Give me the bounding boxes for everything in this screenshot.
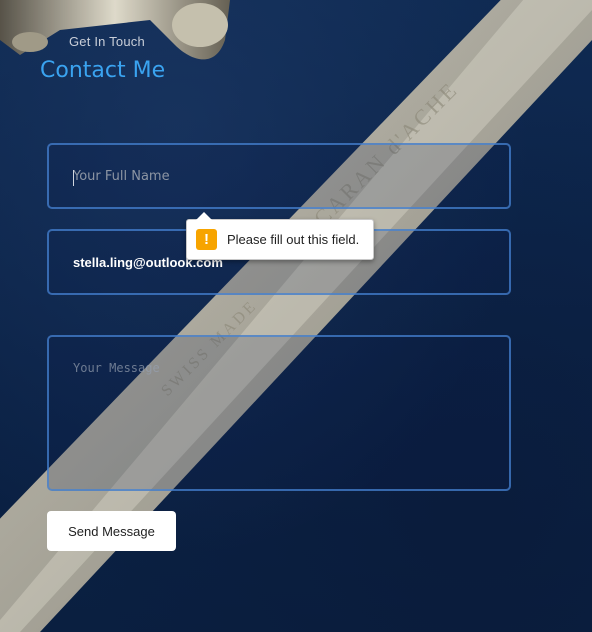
warning-icon: ! — [196, 229, 217, 250]
full-name-input[interactable] — [49, 145, 509, 207]
section-subtitle: Get In Touch — [69, 34, 145, 49]
full-name-field[interactable] — [47, 143, 511, 209]
validation-message: Please fill out this field. — [227, 232, 360, 247]
send-message-button[interactable]: Send Message — [47, 511, 176, 551]
message-textarea[interactable] — [49, 337, 509, 489]
tooltip-arrow — [196, 212, 212, 220]
text-cursor — [73, 170, 74, 186]
page-title: Contact Me — [40, 58, 166, 83]
message-field[interactable] — [47, 335, 511, 491]
validation-tooltip: ! Please fill out this field. — [186, 212, 374, 260]
